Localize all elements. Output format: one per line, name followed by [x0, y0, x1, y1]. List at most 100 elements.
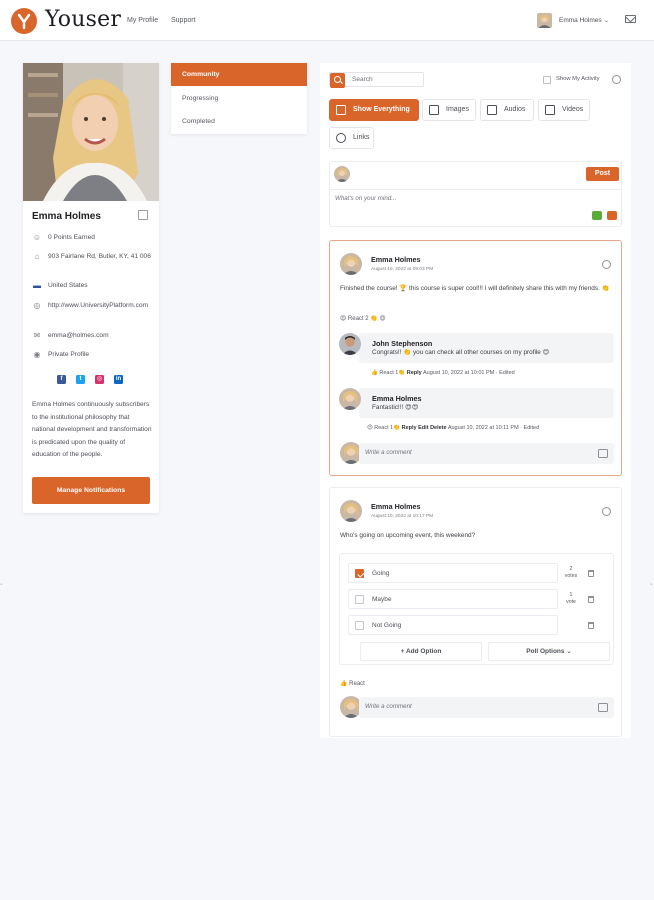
chevron-down-icon[interactable]: ⌄: [604, 17, 609, 24]
avatar[interactable]: [340, 253, 362, 275]
search-input[interactable]: Search: [329, 72, 424, 88]
brand-name[interactable]: Youser: [45, 7, 121, 32]
calendar-icon: [336, 105, 346, 115]
course-tabs: Community Progressing Completed: [171, 63, 307, 134]
avatar[interactable]: [340, 500, 362, 522]
trash-icon[interactable]: [588, 596, 594, 603]
comment-input[interactable]: Write a comment: [359, 443, 614, 464]
poll-checkbox[interactable]: [355, 621, 364, 630]
gif-icon[interactable]: [592, 211, 602, 220]
thumbs-up-icon[interactable]: 👍: [371, 370, 378, 376]
link-icon: [336, 133, 346, 143]
camera-icon[interactable]: [598, 703, 608, 712]
profile-name: Emma Holmes: [32, 211, 101, 222]
search-icon[interactable]: [330, 73, 345, 88]
poll-option-maybe[interactable]: Maybe: [348, 589, 558, 609]
globe-icon: ◎: [33, 301, 41, 310]
profile-country: ▬ United States: [33, 281, 88, 290]
reaction-emoji[interactable]: 😍: [367, 425, 373, 431]
profile-bio: Emma Holmes continuously subscribers to …: [32, 401, 152, 458]
comment-input[interactable]: Write a comment: [359, 697, 614, 718]
avatar[interactable]: [339, 388, 361, 410]
instagram-icon[interactable]: ◎: [95, 375, 104, 384]
poll-checkbox[interactable]: [355, 595, 364, 604]
comment-text: Fantastic!!! 😍😍: [372, 404, 419, 411]
activity-feed: Search Show My Activity Show Everything …: [320, 63, 631, 738]
show-my-activity-checkbox[interactable]: [543, 76, 551, 84]
avatar: [334, 166, 350, 182]
trash-icon[interactable]: [588, 622, 594, 629]
email-icon: ✉: [33, 331, 41, 340]
search-placeholder: Search: [352, 76, 373, 83]
linkedin-icon[interactable]: in: [114, 375, 123, 384]
post-button[interactable]: Post: [586, 167, 619, 181]
poll: Going 2 votes Maybe 1 vote Not Going + Add…: [339, 553, 614, 665]
facebook-icon[interactable]: f: [57, 375, 66, 384]
social-links: f t ◎ in: [57, 375, 123, 384]
tab-community[interactable]: Community: [171, 63, 307, 86]
poll-option-going[interactable]: Going: [348, 563, 558, 583]
user-menu-name[interactable]: Emma Holmes: [559, 17, 602, 24]
post-text: Who's going on upcoming event, this week…: [340, 532, 476, 539]
media-upload-icon[interactable]: [607, 211, 617, 220]
profile-email[interactable]: ✉ emma@holmes.com: [32, 331, 154, 341]
post-author[interactable]: Emma Holmes: [371, 255, 421, 264]
comment-placeholder: Write a comment: [365, 449, 412, 456]
camera-icon[interactable]: [598, 449, 608, 458]
location-icon: ⌂: [34, 252, 40, 261]
reply-button[interactable]: Reply: [402, 425, 417, 431]
edge-marker: ·: [650, 581, 653, 588]
post-date: August 10, 2022 at 10:17 PM: [371, 514, 434, 519]
filter-show-everything[interactable]: Show Everything: [329, 99, 419, 121]
add-option-button[interactable]: + Add Option: [360, 642, 482, 661]
tab-progressing[interactable]: Progressing: [171, 87, 307, 110]
comment-date: August 10, 2022 at 10:11 PM: [447, 425, 519, 431]
react-button[interactable]: 👍 React: [340, 680, 365, 687]
poll-options-button[interactable]: Poll Options ⌄: [488, 642, 610, 661]
filter-images[interactable]: Images: [422, 99, 476, 121]
post-date: August 10, 2022 at 09:03 PM: [371, 267, 434, 272]
twitter-icon[interactable]: t: [76, 375, 85, 384]
composer-input[interactable]: What's on your mind...: [335, 195, 396, 202]
nav-my-profile[interactable]: My Profile: [127, 17, 158, 24]
profile-card: Emma Holmes ☺ 0 Points Earned ⌂ 903 Fairla…: [23, 63, 159, 513]
post-reactions[interactable]: 😍 React 2 👏 😍: [340, 315, 386, 322]
trash-icon[interactable]: [588, 570, 594, 577]
tab-completed[interactable]: Completed: [171, 110, 307, 133]
poll-option-label: Not Going: [372, 622, 402, 629]
edit-icon[interactable]: [138, 210, 148, 220]
avatar[interactable]: [537, 13, 552, 28]
edge-marker: ·: [0, 581, 3, 588]
filter-videos[interactable]: Videos: [538, 99, 590, 121]
manage-notifications-button[interactable]: Manage Notifications: [32, 477, 150, 504]
logo-icon[interactable]: [11, 8, 37, 34]
show-my-activity-label: Show My Activity: [556, 76, 600, 82]
reply-button[interactable]: Reply: [407, 370, 422, 376]
filter-links[interactable]: Links: [329, 127, 374, 149]
react-button[interactable]: React: [374, 425, 388, 431]
avatar[interactable]: [339, 333, 361, 355]
comment-author[interactable]: Emma Holmes: [372, 394, 422, 403]
nav-support[interactable]: Support: [171, 17, 196, 24]
poll-checkbox[interactable]: [355, 569, 364, 578]
gear-icon[interactable]: [602, 260, 611, 269]
comment-author[interactable]: John Stephenson: [372, 339, 432, 348]
vote-count: 2 votes: [564, 566, 578, 579]
profile-points: ☺ 0 Points Earned: [32, 233, 95, 242]
react-button[interactable]: React: [379, 370, 393, 376]
post-card: Emma Holmes August 10, 2022 at 10:17 PM …: [329, 487, 622, 737]
person-icon: ☺: [32, 233, 42, 242]
comment-meta: 👍 React 1👏 Reply August 10, 2022 at 10:0…: [371, 370, 515, 376]
filter-audios[interactable]: Audios: [480, 99, 534, 121]
profile-website[interactable]: ◎ http://www.UniversityPlatform.com: [32, 301, 154, 311]
gear-icon[interactable]: [602, 507, 611, 516]
delete-button[interactable]: Delete: [430, 425, 447, 431]
edit-button[interactable]: Edit: [418, 425, 428, 431]
post-author[interactable]: Emma Holmes: [371, 502, 421, 511]
mail-icon[interactable]: [625, 15, 636, 23]
comment-item: Emma Holmes Fantastic!!! 😍😍: [359, 388, 614, 418]
poll-option-not-going[interactable]: Not Going: [348, 615, 558, 635]
video-file-icon: [545, 105, 555, 115]
gear-icon[interactable]: [612, 75, 621, 84]
vote-count: 1 vote: [566, 592, 576, 605]
